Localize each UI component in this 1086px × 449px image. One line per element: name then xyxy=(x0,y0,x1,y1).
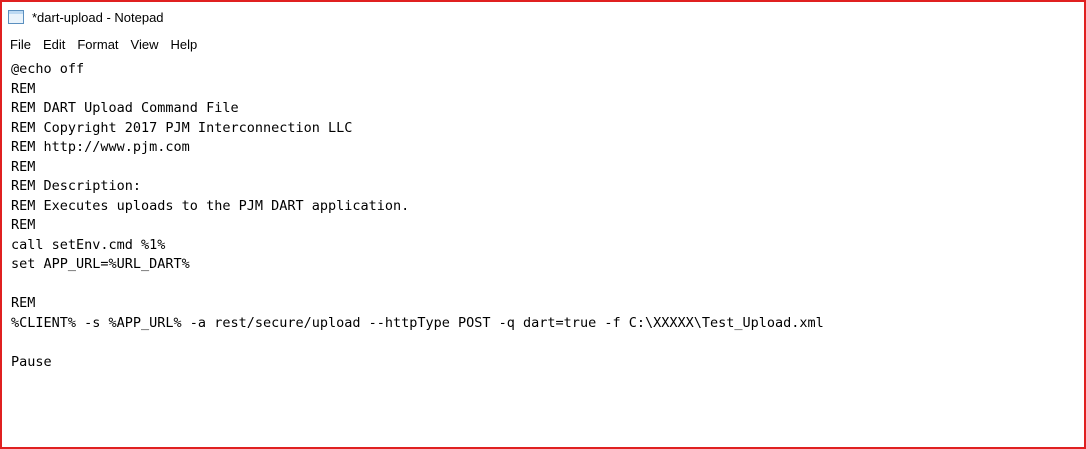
editor-line-10: call setEnv.cmd %1% xyxy=(11,236,166,253)
editor-line-6: REM xyxy=(11,158,36,175)
editor-line-1: @echo off xyxy=(11,61,85,77)
menu-edit[interactable]: Edit xyxy=(37,37,71,52)
editor-line-14: %CLIENT% -s %APP_URL% -a rest/secure/upl… xyxy=(11,314,824,331)
editor-line-5: REM http://www.pjm.com xyxy=(11,139,190,155)
editor-line-4: REM Copyright 2017 PJM Interconnection L… xyxy=(11,119,353,136)
menu-view[interactable]: View xyxy=(125,37,165,52)
title-bar[interactable]: *dart-upload - Notepad xyxy=(2,2,1084,32)
menu-file[interactable]: File xyxy=(4,37,37,52)
editor-line-3: REM DART Upload Command File xyxy=(11,100,239,116)
text-editor[interactable]: @echo off REM REM DART Upload Command Fi… xyxy=(2,60,1084,447)
editor-line-9: REM xyxy=(11,217,36,233)
notepad-icon xyxy=(8,10,24,24)
menu-bar: File Edit Format View Help xyxy=(2,32,1084,56)
editor-line-12 xyxy=(2,275,1084,295)
editor-line-11: set APP_URL=%URL_DART% xyxy=(11,256,190,272)
menu-help[interactable]: Help xyxy=(164,37,203,52)
editor-line-2: REM xyxy=(11,80,36,97)
editor-line-15 xyxy=(2,333,1084,353)
editor-line-8: REM Executes uploads to the PJM DART app… xyxy=(11,197,410,214)
editor-line-16: Pause xyxy=(11,353,52,370)
editor-line-7: REM Description: xyxy=(11,178,142,194)
editor-line-13: REM xyxy=(11,295,36,311)
window-title: *dart-upload - Notepad xyxy=(32,9,164,25)
menu-format[interactable]: Format xyxy=(71,37,124,52)
notepad-window: *dart-upload - Notepad File Edit Format … xyxy=(0,0,1086,449)
